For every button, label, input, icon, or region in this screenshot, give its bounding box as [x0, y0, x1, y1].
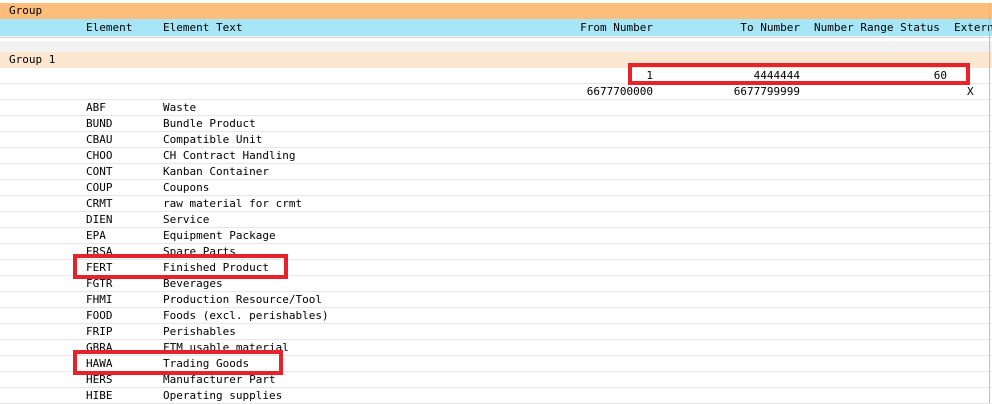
element-text: Coupons [163, 181, 210, 194]
highlight-range-box [628, 63, 970, 85]
element-code: CHOO [86, 149, 113, 162]
row-divider [0, 323, 992, 324]
row-divider [0, 115, 992, 116]
element-text: Production Resource/Tool [163, 293, 322, 306]
element-text: Waste [163, 101, 197, 114]
element-code: FHMI [86, 293, 113, 306]
row-divider [0, 195, 992, 196]
element-text: Compatible Unit [163, 133, 263, 146]
col-header-number-range-status[interactable]: Number Range Status [814, 20, 940, 36]
range-from-number: 6677700000 [586, 85, 653, 98]
row-divider [0, 387, 992, 388]
element-code: ABF [86, 101, 106, 114]
row-divider [0, 131, 992, 132]
group-title-bar [0, 3, 992, 19]
element-text: Foods (excl. perishables) [163, 309, 329, 322]
row-divider [0, 339, 992, 340]
row-divider [0, 99, 992, 100]
group-title: Group [9, 4, 43, 17]
right-border [989, 3, 990, 403]
element-text: Kanban Container [163, 165, 269, 178]
header-separator [0, 37, 992, 38]
group-1-label: Group 1 [9, 53, 56, 66]
element-code: EPA [86, 229, 106, 242]
element-code: CBAU [86, 133, 113, 146]
col-header-to-number[interactable]: To Number [740, 20, 800, 36]
row-divider [0, 163, 992, 164]
range-to-number: 6677799999 [733, 85, 800, 98]
element-code: CRMT [86, 197, 113, 210]
row-divider [0, 147, 992, 148]
element-text: raw material for crmt [163, 197, 303, 210]
row-divider [0, 227, 992, 228]
row-divider [0, 179, 992, 180]
element-text: Operating supplies [163, 389, 283, 402]
col-header-element[interactable]: Element [86, 20, 132, 36]
element-code: HIBE [86, 389, 113, 402]
element-code: FOOD [86, 309, 113, 322]
element-text: Service [163, 213, 210, 226]
highlight-fert-box [73, 254, 288, 279]
range-external-flag: X [967, 85, 974, 98]
highlight-hawa-box [73, 350, 283, 375]
col-header-from-number[interactable]: From Number [580, 20, 653, 36]
element-code: COUP [86, 181, 113, 194]
element-code: BUND [86, 117, 113, 130]
row-divider [0, 291, 992, 292]
row-divider [0, 211, 992, 212]
col-header-external[interactable]: Extern [954, 20, 992, 36]
element-text: Perishables [163, 325, 236, 338]
element-code: FRIP [86, 325, 113, 338]
element-code: DIEN [86, 213, 113, 226]
row-divider [0, 243, 992, 244]
spacer-row [0, 41, 992, 52]
element-text: CH Contract Handling [163, 149, 296, 162]
row-divider [0, 307, 992, 308]
element-text: Bundle Product [163, 117, 256, 130]
col-header-element-text[interactable]: Element Text [163, 20, 242, 36]
element-code: CONT [86, 165, 113, 178]
element-text: Equipment Package [163, 229, 276, 242]
